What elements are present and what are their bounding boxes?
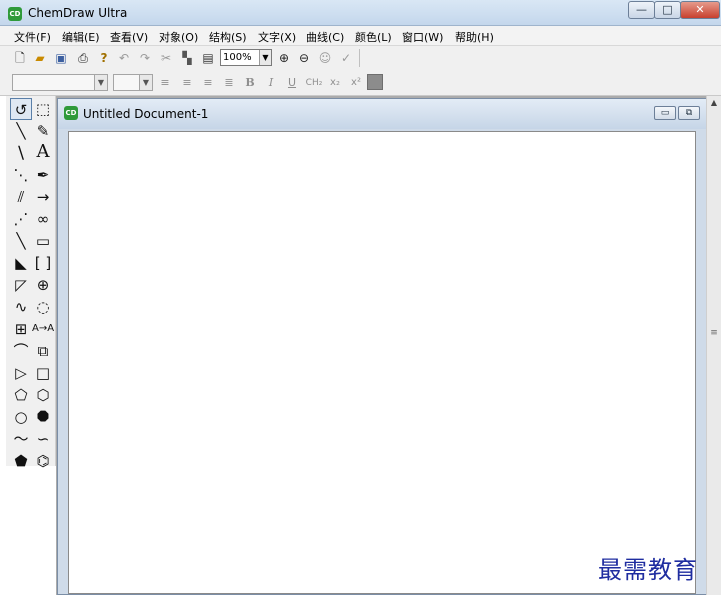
menu-color[interactable]: 颜色(L) <box>355 29 392 45</box>
close-button[interactable]: ✕ <box>680 1 720 19</box>
query-tool-icon[interactable]: ◌ <box>32 296 54 318</box>
chair-cyclohexane-2-icon[interactable]: ∽ <box>32 428 54 450</box>
watermark-text: 最需教育 <box>598 556 698 584</box>
bold-bond-icon[interactable]: ╲ <box>10 230 32 252</box>
mass-fragment-icon[interactable]: A→A <box>32 318 54 340</box>
arrow-tool-icon[interactable]: → <box>32 186 54 208</box>
marquee-select-icon[interactable]: ⬚ <box>32 98 54 120</box>
cyclohexane-icon[interactable]: ⬡ <box>32 384 54 406</box>
scroll-grip-icon[interactable]: ≡ <box>709 328 719 340</box>
document-restore-button[interactable]: ⧉ <box>678 106 700 120</box>
menu-structure[interactable]: 结构(S) <box>209 29 247 45</box>
align-center-icon[interactable]: ≡ <box>178 74 196 92</box>
pen-tool-icon[interactable]: ✒ <box>32 164 54 186</box>
font-select[interactable]: ▼ <box>12 74 108 91</box>
solid-bond-icon[interactable]: ╲ <box>10 120 32 142</box>
align-right-icon[interactable]: ≡ <box>199 74 217 92</box>
minimize-button[interactable]: — <box>628 1 655 19</box>
lasso-icon[interactable]: ↺ <box>10 98 32 120</box>
double-bond-icon[interactable]: ⧹ <box>10 142 32 164</box>
align-left-icon[interactable]: ≡ <box>156 74 174 92</box>
chemical-symbol-icon[interactable]: ⊕ <box>32 274 54 296</box>
chair-cyclohexane-icon[interactable]: 〜 <box>10 428 32 450</box>
menu-edit[interactable]: 编辑(E) <box>62 29 100 45</box>
redo-icon[interactable]: ↷ <box>136 49 154 67</box>
document-icon: CD <box>64 106 78 120</box>
menu-window[interactable]: 窗口(W) <box>402 29 443 45</box>
benzene-icon[interactable]: ⌬ <box>32 450 54 472</box>
hashed-bond-icon[interactable]: ⫽ <box>10 186 32 208</box>
size-select[interactable]: ▼ <box>113 74 153 91</box>
undo-icon[interactable]: ↶ <box>115 49 133 67</box>
hollow-wedge-icon[interactable]: ◸ <box>10 274 32 296</box>
app-titlebar: CD ChemDraw Ultra — □ ✕ <box>0 0 721 26</box>
new-document-icon[interactable]: 🗋 <box>11 49 29 67</box>
document-titlebar: CD Untitled Document-1 ▭ ⧉ <box>58 99 706 129</box>
menu-help[interactable]: 帮助(H) <box>455 29 494 45</box>
cyclooctane-icon[interactable]: ⯃ <box>32 406 54 428</box>
dashed-bond-icon[interactable]: ⋱ <box>10 164 32 186</box>
cyclobutane-icon[interactable]: □ <box>32 362 54 384</box>
cut-icon[interactable]: ✂ <box>157 49 175 67</box>
cyclopentadiene-icon[interactable]: ⬟ <box>10 450 32 472</box>
chain-tool-icon[interactable]: ⌒ <box>10 340 32 362</box>
orbital-tool-icon[interactable]: ∞ <box>32 208 54 230</box>
window-title: ChemDraw Ultra <box>28 6 128 20</box>
superscript-button[interactable]: x² <box>347 74 365 92</box>
cycloheptane-icon[interactable]: ○ <box>10 406 32 428</box>
paste-icon[interactable]: ▤ <box>199 49 217 67</box>
show-icon[interactable]: ☺ <box>316 49 334 67</box>
save-icon[interactable]: ▣ <box>52 49 70 67</box>
subscript-button[interactable]: x₂ <box>326 74 344 92</box>
document-title: Untitled Document-1 <box>83 107 209 121</box>
chevron-down-icon[interactable]: ▼ <box>259 50 271 65</box>
cyclopropane-icon[interactable]: ▷ <box>10 362 32 384</box>
print-icon[interactable]: ⎙ <box>74 49 92 67</box>
bracket-tool-icon[interactable]: [ ] <box>32 252 54 274</box>
table-tool-icon[interactable]: ⊞ <box>10 318 32 340</box>
toolbar-divider <box>359 49 360 67</box>
zoom-out-icon[interactable]: ⊖ <box>295 49 313 67</box>
menu-bar: 文件(F) 编辑(E) 查看(V) 对象(O) 结构(S) 文字(X) 曲线(C… <box>0 26 721 46</box>
menu-view[interactable]: 查看(V) <box>110 29 148 45</box>
zoom-select[interactable]: 100% ▼ <box>220 49 272 66</box>
eraser-icon[interactable]: ✎ <box>32 120 54 142</box>
formula-button[interactable]: CH₂ <box>303 74 325 92</box>
drawing-canvas[interactable] <box>68 131 696 594</box>
scroll-up-icon[interactable]: ▲ <box>707 96 721 110</box>
hashed-wedge-icon[interactable]: ⋰ <box>10 208 32 230</box>
check-icon[interactable]: ✓ <box>337 49 355 67</box>
chevron-down-icon[interactable]: ▼ <box>94 75 107 90</box>
template-tool-icon[interactable]: ⧉ <box>32 340 54 362</box>
document-window: CD Untitled Document-1 ▭ ⧉ <box>57 98 707 595</box>
color-swatch-button[interactable] <box>367 74 383 90</box>
cyclopentane-icon[interactable]: ⬠ <box>10 384 32 406</box>
help-icon[interactable]: ? <box>95 49 113 67</box>
italic-button[interactable]: I <box>262 74 280 92</box>
text-tool-icon[interactable]: A <box>32 141 54 163</box>
underline-button[interactable]: U <box>283 74 301 92</box>
main-vertical-scrollbar[interactable]: ▲ ≡ <box>706 96 721 595</box>
document-minimize-button[interactable]: ▭ <box>654 106 676 120</box>
bold-button[interactable]: B <box>241 74 259 92</box>
copy-icon[interactable]: ▚ <box>178 49 196 67</box>
wedge-bond-icon[interactable]: ◣ <box>10 252 32 274</box>
chemdraw-app-icon: CD <box>8 7 22 21</box>
maximize-button[interactable]: □ <box>654 1 681 19</box>
drawing-element-icon[interactable]: ▭ <box>32 230 54 252</box>
chevron-down-icon[interactable]: ▼ <box>139 75 152 90</box>
zoom-value: 100% <box>223 52 252 63</box>
menu-object[interactable]: 对象(O) <box>159 29 198 45</box>
justify-icon[interactable]: ≣ <box>220 74 238 92</box>
open-folder-icon[interactable]: ▰ <box>31 49 49 67</box>
menu-file[interactable]: 文件(F) <box>14 29 51 45</box>
menu-curves[interactable]: 曲线(C) <box>306 29 344 45</box>
zoom-in-icon[interactable]: ⊕ <box>275 49 293 67</box>
menu-text[interactable]: 文字(X) <box>258 29 296 45</box>
wavy-bond-icon[interactable]: ∿ <box>10 296 32 318</box>
